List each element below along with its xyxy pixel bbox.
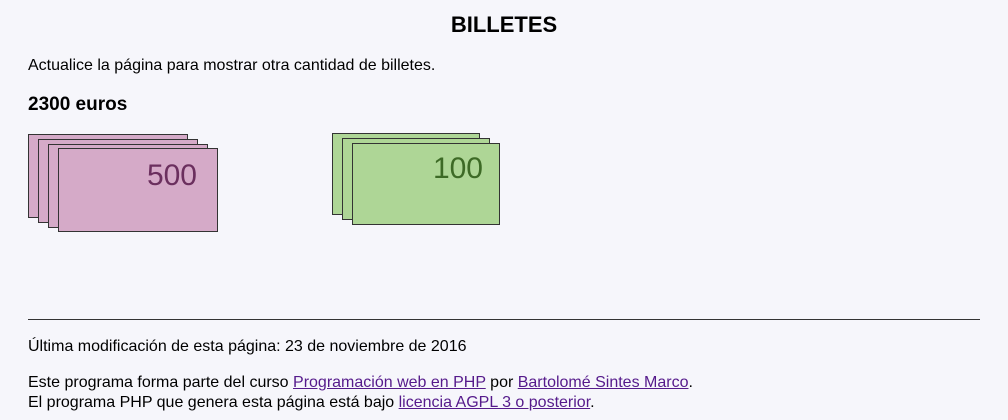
page-title: BILLETES: [450, 12, 558, 37]
course-suffix: .: [688, 374, 693, 391]
course-link[interactable]: Programación web en PHP: [293, 374, 486, 391]
course-prefix: Este programa forma parte del curso: [28, 374, 294, 391]
banknote-500: 500: [58, 148, 218, 232]
banknote-100: 100: [352, 143, 500, 225]
license-suffix: .: [590, 394, 595, 411]
banknote-value-500: 500: [146, 159, 197, 192]
license-line: El programa PHP que genera esta página e…: [28, 394, 595, 412]
license-prefix: El programa PHP que genera esta página e…: [28, 394, 399, 411]
last-modified-text: Última modificación de esta página: 23 d…: [28, 338, 467, 355]
banknote-value-100: 100: [432, 152, 483, 185]
intro-text: Actualice la página para mostrar otra ca…: [28, 57, 436, 74]
license-link[interactable]: licencia AGPL 3 o posterior: [399, 394, 591, 411]
course-mid: por: [485, 374, 518, 391]
course-line: Este programa forma parte del curso Prog…: [28, 374, 693, 392]
footer-divider: [28, 319, 980, 320]
author-link[interactable]: Bartolomé Sintes Marco: [518, 374, 689, 391]
amount-heading: 2300 euros: [28, 94, 128, 115]
